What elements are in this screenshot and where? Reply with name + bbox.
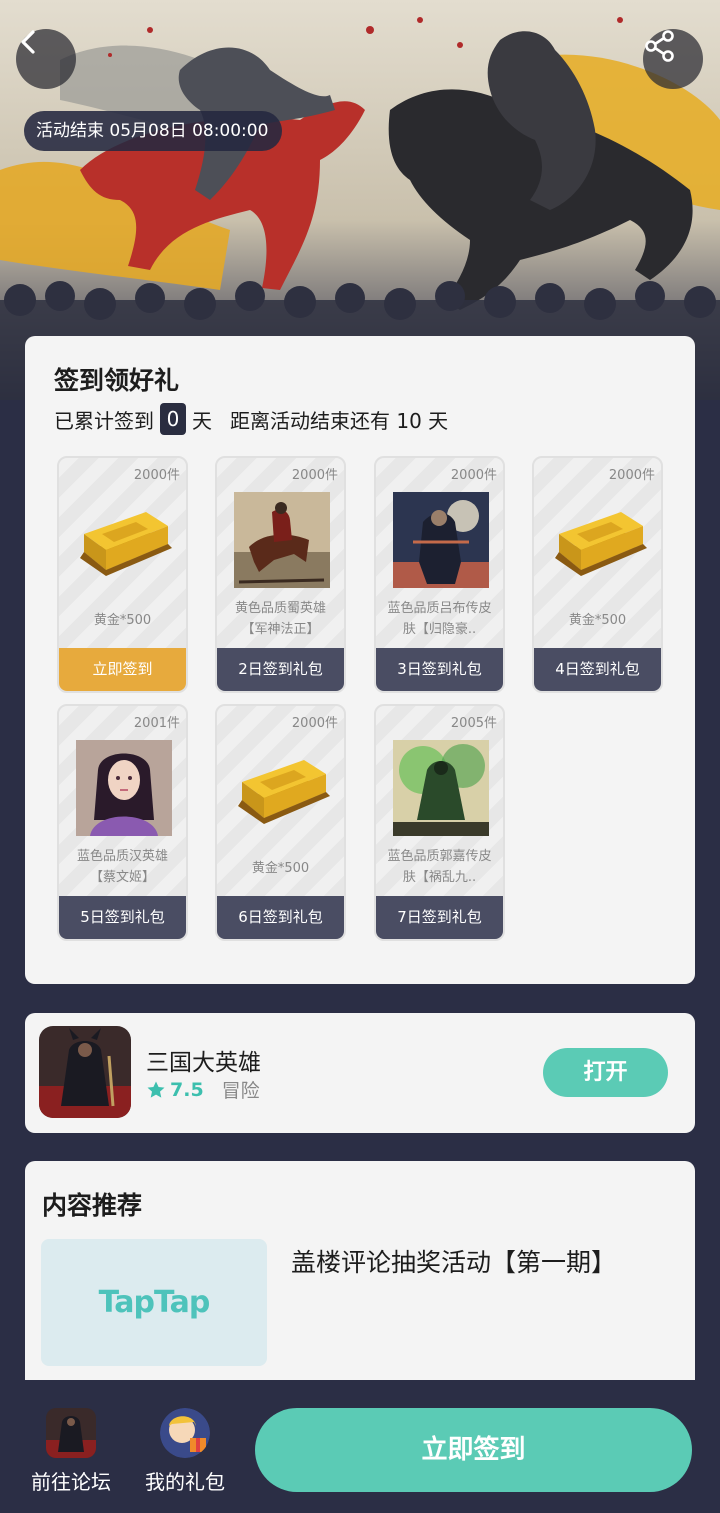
gift-card-day-1[interactable]: 2000件 黄金*500 立即签到: [57, 456, 188, 693]
activity-end-badge: 活动结束 05月08日 08:00:00: [24, 111, 282, 151]
gift-stock: 2000件: [450, 468, 497, 483]
warrior-portrait-image: [393, 492, 489, 588]
gift-stock: 2000件: [291, 468, 338, 483]
bottom-bar: 前往论坛 我的礼包 立即签到: [0, 1380, 720, 1513]
game-icon: [39, 1026, 131, 1118]
my-gifts-label: 我的礼包: [145, 1470, 225, 1494]
lady-portrait-image: [76, 740, 172, 836]
gift-card-day-2[interactable]: 2000件 黄色品质蜀英雄【军神法正】 2日签到礼包: [215, 456, 346, 693]
gift-stock: 2000件: [291, 716, 338, 731]
signin-now-cta-button[interactable]: 立即签到: [255, 1408, 692, 1492]
accum-prefix: 已累计签到: [54, 408, 154, 433]
share-button[interactable]: [643, 29, 703, 89]
gift-name: 蓝色品质汉英雄【蔡文姬】: [76, 849, 168, 885]
my-gifts-button[interactable]: 我的礼包: [141, 1408, 229, 1495]
recommend-banner-image[interactable]: TapTap: [41, 1239, 267, 1366]
day-7-gift-button[interactable]: 7日签到礼包: [376, 896, 503, 939]
go-to-forum-button[interactable]: 前往论坛: [28, 1408, 114, 1495]
gold-bar-icon: [238, 760, 330, 824]
day-3-gift-button[interactable]: 3日签到礼包: [376, 648, 503, 691]
share-icon: [645, 30, 674, 62]
gift-name: 蓝色品质吕布传皮肤【归隐豪..: [387, 601, 492, 637]
gold-bar-icon: [80, 512, 172, 576]
green-warrior-portrait-image: [393, 740, 489, 836]
gift-card-day-6[interactable]: 2000件 黄金*500 6日签到礼包: [215, 704, 346, 941]
game-genre: 冒险: [221, 1080, 260, 1102]
gift-name: 蓝色品质郭嘉传皮肤【祸乱九..: [387, 849, 492, 885]
forum-label: 前往论坛: [31, 1470, 111, 1494]
signin-title: 签到领好礼: [54, 366, 180, 395]
signin-progress: 已累计签到 0 天 距离活动结束还有 10 天: [54, 403, 448, 435]
recommend-post-title[interactable]: 盖楼评论抽奖活动【第一期】: [291, 1243, 616, 1279]
rider-portrait-image: [234, 492, 330, 588]
gift-card-day-5[interactable]: 2001件 蓝色品质汉英雄【蔡文姬】 5日签到礼包: [57, 704, 188, 941]
game-info-card[interactable]: 三国大英雄 7.5 冒险 打开: [25, 1013, 695, 1133]
gift-stock: 2005件: [450, 716, 497, 731]
gold-bar-icon: [555, 512, 647, 576]
game-score: 7.5: [170, 1078, 204, 1101]
gift-card-day-3[interactable]: 2000件 蓝色品质吕布传皮肤【归隐豪.. 3日签到礼包: [374, 456, 505, 693]
day-2-gift-button[interactable]: 2日签到礼包: [217, 648, 344, 691]
gift-stock: 2000件: [608, 468, 655, 483]
open-game-button[interactable]: 打开: [543, 1048, 668, 1097]
game-artwork-icon: [39, 1026, 131, 1118]
game-meta: 7.5 冒险: [146, 1076, 260, 1103]
signin-now-button[interactable]: 立即签到: [59, 648, 186, 691]
taptap-logo: TapTap: [98, 1285, 211, 1320]
signin-card: 签到领好礼 已累计签到 0 天 距离活动结束还有 10 天 2000件 黄金*5…: [25, 336, 695, 984]
gift-card-day-7[interactable]: 2005件 蓝色品质郭嘉传皮肤【祸乱九.. 7日签到礼包: [374, 704, 505, 941]
days-signed-count: 0: [160, 403, 186, 435]
star-icon: [147, 1081, 165, 1098]
day-unit: 天: [192, 408, 212, 433]
day-5-gift-button[interactable]: 5日签到礼包: [59, 896, 186, 939]
game-name: 三国大英雄: [146, 1050, 261, 1076]
back-button[interactable]: [16, 29, 76, 89]
gift-name: 黄色品质蜀英雄【军神法正】: [234, 601, 326, 637]
day-4-gift-button[interactable]: 4日签到礼包: [534, 648, 661, 691]
gift-stock: 2000件: [133, 468, 180, 483]
gift-avatar-icon: [160, 1408, 210, 1458]
chevron-left-icon: [21, 30, 35, 54]
remaining-text: 距离活动结束还有 10 天: [230, 408, 449, 433]
forum-icon: [46, 1408, 96, 1458]
gift-stock: 2001件: [133, 716, 180, 731]
recommend-title: 内容推荐: [42, 1191, 143, 1220]
day-6-gift-button[interactable]: 6日签到礼包: [217, 896, 344, 939]
gift-card-day-4[interactable]: 2000件 黄金*500 4日签到礼包: [532, 456, 663, 693]
